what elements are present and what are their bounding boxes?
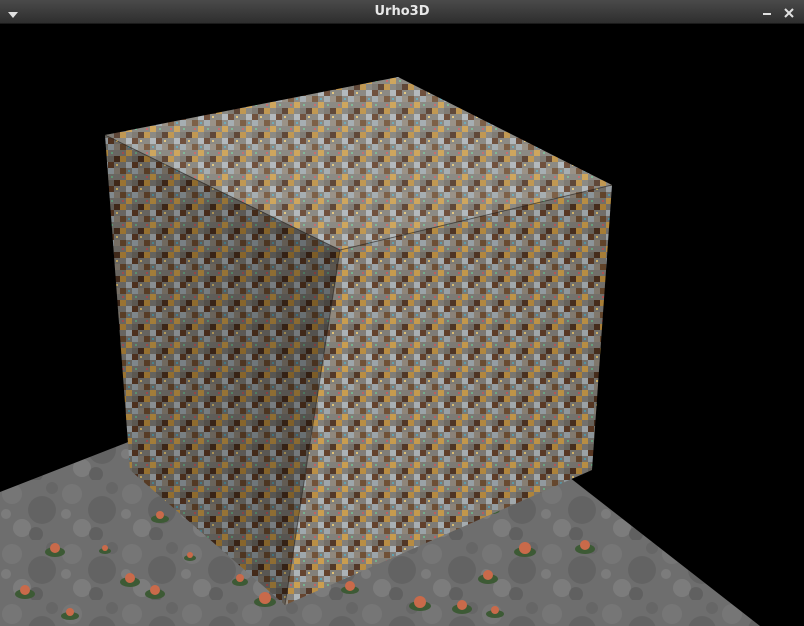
scene-canvas [0,77,760,626]
minimize-icon[interactable] [760,5,774,19]
app-window: Urho3D [0,0,804,626]
close-icon[interactable] [782,5,796,19]
3d-viewport[interactable] [0,24,804,626]
window-title: Urho3D [374,4,430,19]
title-bar[interactable]: Urho3D [0,0,804,24]
